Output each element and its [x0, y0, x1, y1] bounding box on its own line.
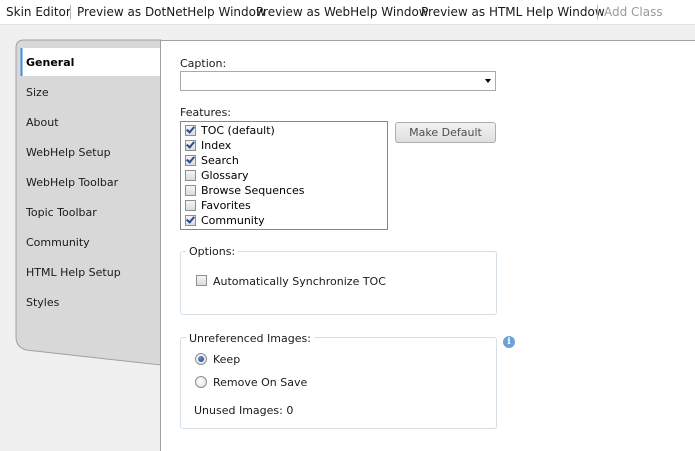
- feature-checkbox-search[interactable]: [185, 154, 196, 166]
- feature-item-community[interactable]: Community: [183, 213, 383, 228]
- feature-item-search[interactable]: Search: [183, 153, 383, 168]
- feature-checkbox-toc[interactable]: [185, 124, 196, 136]
- feature-label-index: Index: [201, 139, 232, 152]
- unreferenced-images-title: Unreferenced Images:: [186, 332, 314, 345]
- feature-checkbox-browse-sequences[interactable]: [185, 185, 196, 196]
- feature-label-browse-sequences: Browse Sequences: [201, 184, 305, 197]
- feature-item-toc[interactable]: TOC (default): [183, 123, 383, 138]
- tab-topic-toolbar[interactable]: Topic Toolbar: [26, 206, 97, 220]
- make-default-button[interactable]: Make Default: [395, 122, 496, 143]
- tab-about[interactable]: About: [26, 116, 59, 130]
- tab-community[interactable]: Community: [26, 236, 90, 250]
- check-icon: [186, 139, 195, 149]
- feature-item-favorites[interactable]: Favorites: [183, 198, 383, 213]
- info-icon[interactable]: i: [503, 336, 515, 348]
- features-listbox[interactable]: TOC (default) Index Search Glossary Brow…: [180, 121, 388, 230]
- skin-editor-window: Skin Editor Preview as DotNetHelp Window…: [0, 0, 695, 451]
- tab-html-help-setup[interactable]: HTML Help Setup: [26, 266, 121, 280]
- auto-sync-toc-label[interactable]: Automatically Synchronize TOC: [213, 275, 386, 288]
- unused-images-count: Unused Images: 0: [194, 404, 294, 417]
- feature-label-community: Community: [201, 214, 265, 227]
- tab-general[interactable]: General: [26, 56, 74, 70]
- auto-sync-toc-checkbox[interactable]: [196, 275, 207, 286]
- preview-webhelp-button[interactable]: Preview as WebHelp Window: [256, 5, 429, 19]
- skin-editor-label: Skin Editor: [6, 5, 71, 19]
- toolbar-separator: [70, 5, 71, 19]
- remove-on-save-label[interactable]: Remove On Save: [213, 376, 307, 389]
- toolbar: Skin Editor Preview as DotNetHelp Window…: [0, 0, 695, 25]
- keep-radio[interactable]: [195, 353, 207, 365]
- caption-label: Caption:: [180, 57, 227, 70]
- add-class-button[interactable]: Add Class: [604, 5, 663, 19]
- caption-combobox[interactable]: [180, 71, 496, 91]
- feature-item-browse-sequences[interactable]: Browse Sequences: [183, 183, 383, 198]
- tab-size[interactable]: Size: [26, 86, 49, 100]
- feature-label-favorites: Favorites: [201, 199, 251, 212]
- feature-checkbox-community[interactable]: [185, 214, 196, 226]
- feature-item-glossary[interactable]: Glossary: [183, 168, 383, 183]
- tab-styles[interactable]: Styles: [26, 296, 59, 310]
- tab-webhelp-toolbar[interactable]: WebHelp Toolbar: [26, 176, 118, 190]
- feature-checkbox-glossary[interactable]: [185, 170, 196, 181]
- feature-checkbox-favorites[interactable]: [185, 200, 196, 211]
- check-icon: [186, 124, 195, 134]
- check-icon: [186, 154, 195, 164]
- feature-item-index[interactable]: Index: [183, 138, 383, 153]
- preview-dotnethelp-button[interactable]: Preview as DotNetHelp Window: [77, 5, 266, 19]
- feature-label-search: Search: [201, 154, 239, 167]
- chevron-down-icon[interactable]: [485, 79, 491, 83]
- features-label: Features:: [180, 106, 232, 119]
- feature-label-toc: TOC (default): [201, 124, 275, 137]
- radio-selected-dot: [198, 356, 204, 362]
- feature-label-glossary: Glossary: [201, 169, 249, 182]
- remove-on-save-radio[interactable]: [195, 376, 207, 388]
- keep-label[interactable]: Keep: [213, 353, 240, 366]
- check-icon: [186, 214, 195, 224]
- toolbar-separator: [597, 5, 598, 19]
- feature-checkbox-index[interactable]: [185, 139, 196, 151]
- preview-htmlhelp-button[interactable]: Preview as HTML Help Window: [421, 5, 605, 19]
- tab-webhelp-setup[interactable]: WebHelp Setup: [26, 146, 111, 160]
- options-group-title: Options:: [186, 245, 239, 258]
